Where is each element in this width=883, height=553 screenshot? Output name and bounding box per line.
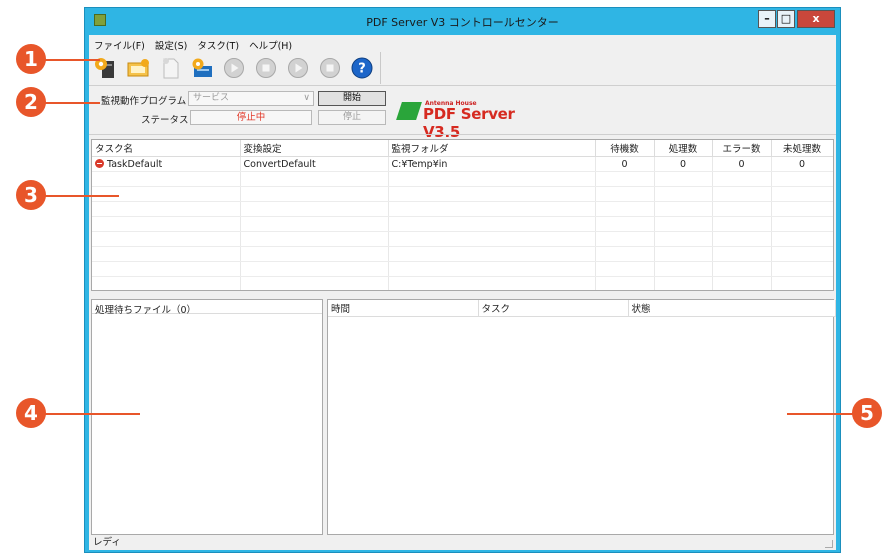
menu-settings[interactable]: 設定(S): [150, 35, 192, 52]
status-divider: [89, 134, 836, 135]
callout-1: 1: [16, 44, 46, 74]
waiting-cell: 0: [595, 156, 655, 172]
menu-file[interactable]: ファイル(F): [89, 35, 150, 52]
minimize-button[interactable]: –: [758, 10, 776, 28]
stopped-icon: [95, 158, 104, 168]
callout-1-leader: [44, 59, 100, 61]
callout-5: 5: [852, 398, 882, 428]
log-panel[interactable]: 時間 タスク 状態: [327, 299, 836, 535]
monitor-config-icon: [127, 59, 149, 77]
errors-cell: 0: [712, 156, 772, 172]
col-watch-folder[interactable]: 監視フォルダ: [388, 140, 596, 157]
program-select[interactable]: サービス ∨: [188, 91, 314, 106]
stop-icon: [320, 58, 340, 78]
col-convert-setting[interactable]: 変換設定: [240, 140, 389, 157]
start-button[interactable]: 開始: [318, 91, 386, 106]
log-table-header: 時間 タスク 状態: [328, 300, 836, 317]
empty-row: [92, 186, 833, 202]
help-icon: ?: [351, 57, 373, 79]
toolbar: ?: [91, 52, 381, 84]
task-settings-icon: [192, 58, 212, 77]
monitor-config-button[interactable]: [123, 54, 153, 82]
log-table: 時間 タスク 状態: [328, 300, 836, 317]
col-unprocessed[interactable]: 未処理数: [771, 140, 833, 157]
chevron-down-icon: ∨: [303, 93, 310, 103]
pending-files-panel[interactable]: 処理待ちファイル（0）: [91, 299, 323, 535]
toolbar-divider: [89, 85, 836, 86]
task-list[interactable]: タスク名 変換設定 監視フォルダ 待機数 処理数 エラー数 未処理数 TaskD…: [91, 139, 834, 291]
callout-4: 4: [16, 398, 46, 428]
title-bar[interactable]: PDF Server V3 コントロールセンター – □ x: [85, 8, 840, 34]
col-processed[interactable]: 処理数: [654, 140, 713, 157]
unprocessed-cell: 0: [771, 156, 833, 172]
status-bar-text: レディ: [93, 537, 121, 548]
start-button-1[interactable]: [219, 54, 249, 82]
menu-bar: ファイル(F) 設定(S) タスク(T) ヘルプ(H): [89, 35, 836, 52]
callout-5-leader: [787, 413, 853, 415]
callout-2-leader: [44, 102, 100, 104]
col-time[interactable]: 時間: [328, 300, 479, 317]
program-label: 監視動作プログラム: [101, 96, 187, 107]
table-row[interactable]: TaskDefault ConvertDefault C:¥Temp¥in 0 …: [92, 156, 833, 172]
col-waiting[interactable]: 待機数: [595, 140, 655, 157]
empty-row: [92, 171, 833, 187]
client-area: ファイル(F) 設定(S) タスク(T) ヘルプ(H) ? 監視動作プログラム …: [89, 35, 836, 550]
close-button[interactable]: x: [797, 10, 835, 28]
play-icon: [288, 58, 308, 78]
watch-folder-cell: C:¥Temp¥in: [388, 156, 596, 172]
play-icon: [224, 58, 244, 78]
task-table-header: タスク名 変換設定 監視フォルダ 待機数 処理数 エラー数 未処理数: [92, 140, 833, 157]
convert-setting-cell: ConvertDefault: [240, 156, 389, 172]
empty-row: [92, 276, 833, 290]
empty-row: [92, 246, 833, 262]
document-button[interactable]: [155, 54, 185, 82]
callout-4-leader: [44, 413, 140, 415]
task-settings-button[interactable]: [187, 54, 217, 82]
empty-row: [92, 261, 833, 277]
callout-2: 2: [16, 87, 46, 117]
svg-text:?: ?: [358, 62, 366, 77]
status-value: 停止中: [190, 110, 312, 125]
col-errors[interactable]: エラー数: [712, 140, 772, 157]
window-title: PDF Server V3 コントロールセンター: [366, 16, 559, 29]
task-table: タスク名 変換設定 監視フォルダ 待機数 処理数 エラー数 未処理数 TaskD…: [92, 140, 833, 290]
resize-grip[interactable]: [825, 540, 833, 548]
menu-help[interactable]: ヘルプ(H): [244, 35, 297, 52]
stop-button-2[interactable]: [315, 54, 345, 82]
start-button-2[interactable]: [283, 54, 313, 82]
callout-3-leader: [44, 195, 119, 197]
stop-icon: [256, 58, 276, 78]
task-name-cell: TaskDefault: [92, 156, 241, 172]
stop-button[interactable]: 停止: [318, 110, 386, 125]
menu-task[interactable]: タスク(T): [192, 35, 244, 52]
product-logo: Antenna House PDF Server V3.5: [396, 98, 539, 141]
stop-button-1[interactable]: [251, 54, 281, 82]
processed-cell: 0: [654, 156, 713, 172]
status-area: 監視動作プログラム サービス ∨ 開始 ステータス 停止中 停止 Antenna…: [89, 87, 836, 141]
app-window: PDF Server V3 コントロールセンター – □ x ファイル(F) 設…: [84, 7, 841, 553]
program-select-value: サービス: [193, 93, 230, 103]
document-icon: [163, 58, 179, 79]
col-task[interactable]: タスク: [478, 300, 629, 317]
task-name: TaskDefault: [107, 158, 163, 170]
empty-row: [92, 216, 833, 232]
logo-name: PDF Server V3.5: [423, 105, 515, 141]
status-bar: レディ: [89, 536, 836, 550]
pending-files-header: 処理待ちファイル（0）: [92, 300, 322, 316]
empty-row: [92, 231, 833, 247]
col-state[interactable]: 状態: [628, 300, 836, 317]
col-task-name[interactable]: タスク名: [92, 140, 241, 157]
empty-row: [92, 201, 833, 217]
callout-3: 3: [16, 180, 46, 210]
help-button[interactable]: ?: [347, 54, 377, 82]
logo-mark: [396, 102, 422, 120]
maximize-button[interactable]: □: [777, 10, 795, 28]
status-label: ステータス: [141, 115, 189, 126]
